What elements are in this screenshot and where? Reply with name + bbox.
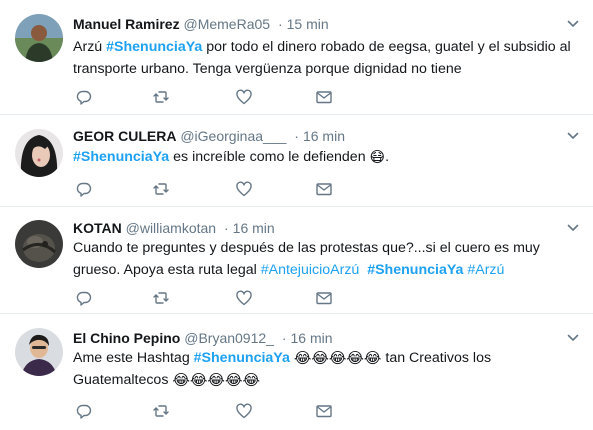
chevron-down-icon[interactable] — [567, 332, 579, 344]
hashtag-link[interactable]: #ShenunciaYa — [106, 39, 202, 55]
reply-button[interactable] — [73, 288, 95, 308]
retweet-icon — [153, 405, 169, 417]
tweet[interactable]: Manuel Ramirez @MemeRa05 · 15 min Arzú #S… — [0, 0, 593, 115]
tweet-text-segment: . — [385, 149, 390, 165]
username[interactable]: @williamkotan — [126, 220, 216, 236]
avatar-image — [15, 14, 63, 62]
avatar-image — [15, 328, 63, 376]
reply-button[interactable] — [73, 87, 95, 107]
display-name[interactable]: KOTAN — [73, 220, 122, 236]
direct-message-button[interactable] — [313, 401, 335, 421]
separator: · — [223, 220, 229, 236]
tweet[interactable]: GEOR CULERA @iGeorginaa___ · 16 min #Shen… — [0, 115, 593, 207]
display-name[interactable]: El Chino Pepino — [73, 330, 180, 346]
tweet-header: El Chino Pepino @Bryan0912_ · 16 min — [73, 329, 563, 347]
tweet[interactable]: KOTAN @williamkotan · 16 min Cuando te pr… — [0, 207, 593, 314]
tweet-text-segment: Arzú — [73, 39, 107, 55]
retweet-icon — [153, 292, 169, 304]
reply-button[interactable] — [73, 179, 95, 199]
tweet-actions — [73, 87, 373, 107]
reply-icon — [76, 90, 92, 105]
mask-face-emoji: 😷 — [369, 149, 386, 166]
direct-message-button[interactable] — [313, 179, 335, 199]
tweet-actions — [73, 179, 373, 199]
reply-icon — [76, 182, 92, 197]
avatar-image — [15, 129, 63, 177]
timestamp[interactable]: 16 min — [303, 128, 345, 144]
separator: · — [277, 16, 283, 32]
tweet-actions — [73, 288, 373, 308]
chevron-down-icon[interactable] — [567, 222, 579, 234]
heart-icon — [236, 290, 252, 306]
timestamp[interactable]: 15 min — [287, 16, 329, 32]
envelope-icon — [316, 292, 332, 305]
retweet-icon — [153, 91, 169, 103]
username[interactable]: @Bryan0912_ — [184, 330, 274, 346]
hashtag-link[interactable]: #AntejuicioArzú — [261, 262, 360, 278]
timestamp[interactable]: 16 min — [233, 220, 275, 236]
display-name[interactable]: GEOR CULERA — [73, 128, 176, 144]
envelope-icon — [316, 183, 332, 196]
timestamp[interactable]: 16 min — [291, 330, 333, 346]
hashtag-link[interactable]: #ShenunciaYa — [194, 350, 290, 366]
separator: · — [294, 128, 299, 144]
chevron-down-icon[interactable] — [567, 130, 579, 142]
tweet-actions — [73, 401, 373, 421]
tweet-text: Cuando te preguntes y después de las pro… — [73, 237, 578, 281]
avatar-image — [15, 220, 63, 268]
tweet-header: GEOR CULERA @iGeorginaa___ · 16 min — [73, 127, 563, 145]
laughing-emoji: 😂😂😂😂😂 — [293, 350, 382, 367]
hashtag-link[interactable]: #ShenunciaYa — [73, 149, 169, 165]
username[interactable]: @MemeRa05 — [183, 16, 270, 32]
tweet-header: Manuel Ramirez @MemeRa05 · 15 min — [73, 15, 563, 33]
tweet-text: #ShenunciaYa es increíble como le defien… — [73, 146, 578, 168]
retweet-button[interactable] — [150, 87, 172, 107]
avatar[interactable] — [15, 14, 63, 62]
like-button[interactable] — [233, 288, 255, 308]
heart-icon — [236, 403, 252, 419]
retweet-button[interactable] — [150, 288, 172, 308]
retweet-icon — [153, 183, 169, 195]
chevron-down-icon[interactable] — [567, 18, 579, 30]
like-button[interactable] — [233, 401, 255, 421]
heart-icon — [236, 181, 252, 197]
avatar[interactable] — [15, 220, 63, 268]
retweet-button[interactable] — [150, 401, 172, 421]
tweet[interactable]: El Chino Pepino @Bryan0912_ · 16 min Ame … — [0, 314, 593, 430]
tweet-text: Arzú #ShenunciaYa por todo el dinero rob… — [73, 36, 578, 80]
reply-button[interactable] — [73, 401, 95, 421]
separator: · — [281, 330, 287, 346]
avatar[interactable] — [15, 129, 63, 177]
avatar[interactable] — [15, 328, 63, 376]
direct-message-button[interactable] — [313, 288, 335, 308]
laughing-emoji: 😂😂😂😂😂 — [172, 372, 261, 389]
envelope-icon — [316, 405, 332, 418]
hashtag-link[interactable]: #ShenunciaYa — [367, 262, 463, 278]
tweet-timeline: Manuel Ramirez @MemeRa05 · 15 min Arzú #S… — [0, 0, 593, 430]
tweet-text-segment: Ame este Hashtag — [73, 350, 194, 366]
reply-icon — [76, 404, 92, 419]
retweet-button[interactable] — [150, 179, 172, 199]
heart-icon — [236, 89, 252, 105]
envelope-icon — [316, 91, 332, 104]
tweet-header: KOTAN @williamkotan · 16 min — [73, 219, 563, 237]
like-button[interactable] — [233, 179, 255, 199]
display-name[interactable]: Manuel Ramirez — [73, 16, 180, 32]
username[interactable]: @iGeorginaa___ — [180, 128, 286, 144]
direct-message-button[interactable] — [313, 87, 335, 107]
tweet-text-segment: es increíble como le defienden — [169, 149, 370, 165]
hashtag-link[interactable]: #Arzú — [467, 262, 504, 278]
like-button[interactable] — [233, 87, 255, 107]
tweet-text: Ame este Hashtag #ShenunciaYa 😂😂😂😂😂 tan … — [73, 347, 578, 391]
reply-icon — [76, 291, 92, 306]
